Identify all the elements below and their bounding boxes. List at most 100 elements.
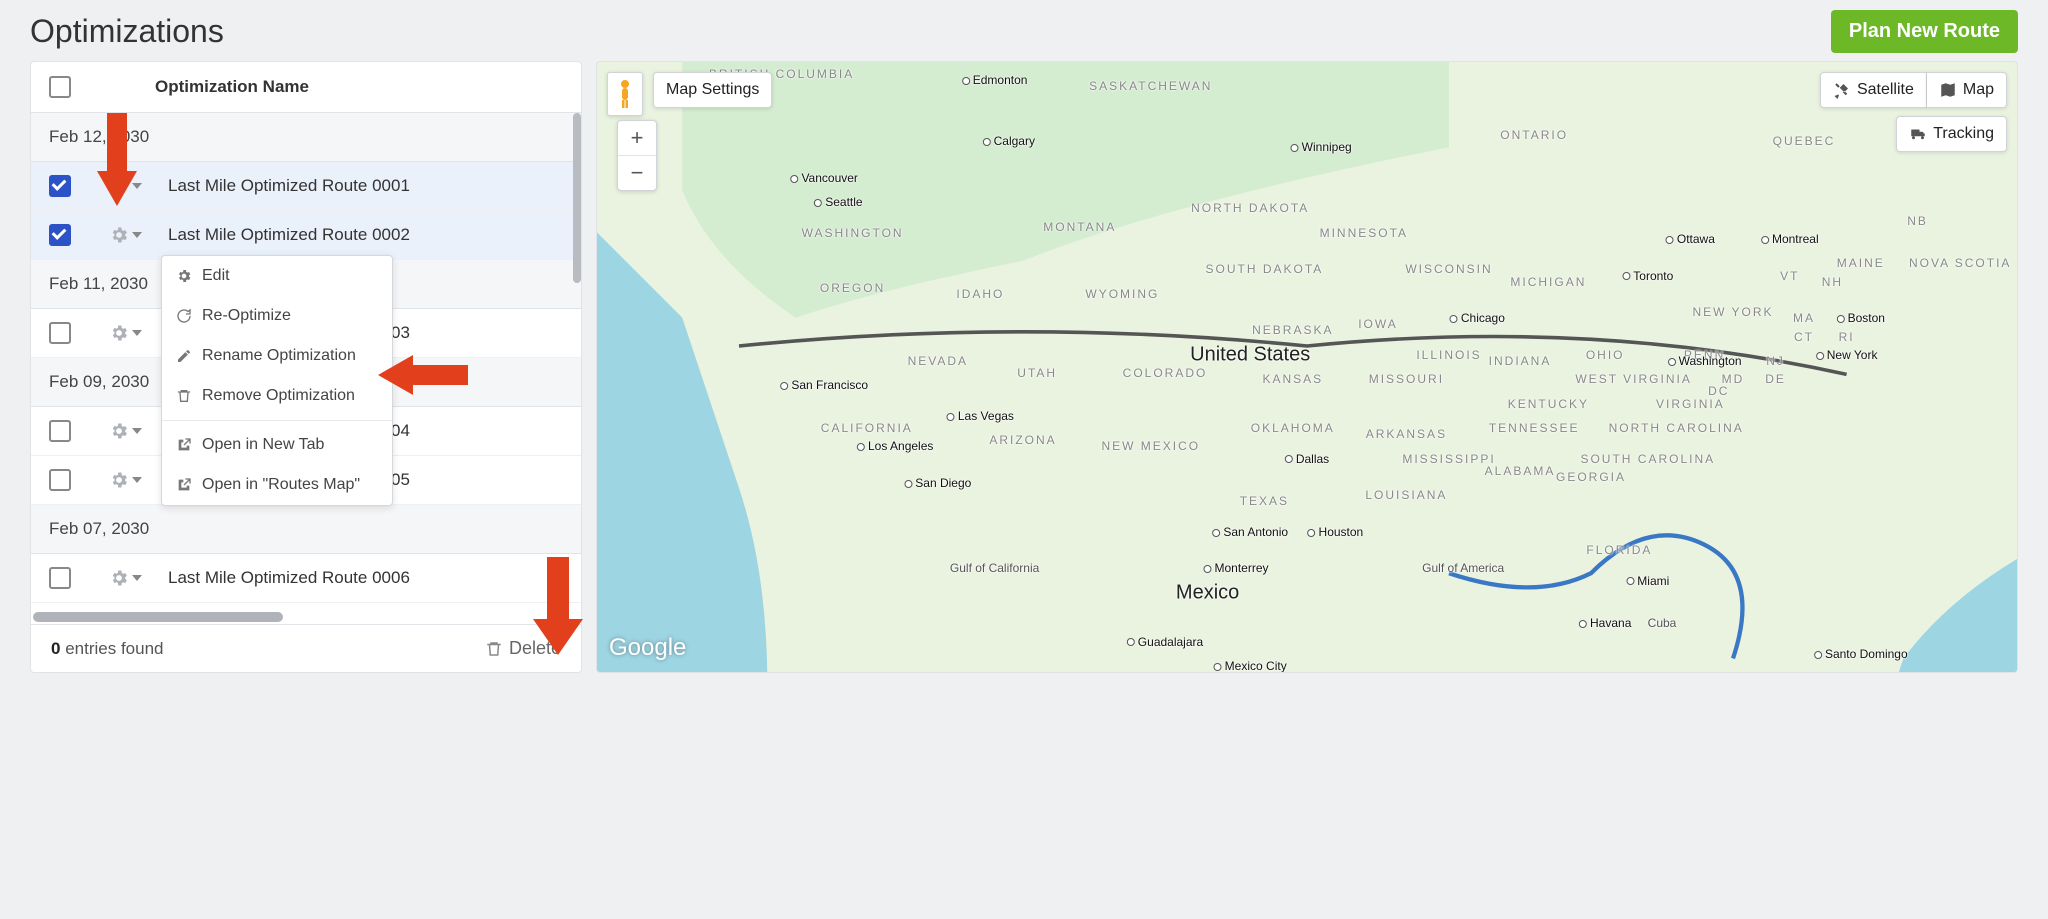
scrollbar-vertical[interactable] (573, 113, 581, 283)
entries-found-label: 0 entries found (51, 639, 163, 659)
scrollbar-horizontal[interactable] (33, 612, 283, 622)
map-label: United States (1190, 343, 1310, 366)
map-label: SOUTH DAKOTA (1205, 262, 1323, 276)
map-label: MISSOURI (1369, 372, 1444, 386)
row-actions-menu-trigger[interactable] (109, 225, 142, 245)
map-label: SASKATCHEWAN (1089, 79, 1212, 93)
pencil-icon (176, 348, 192, 364)
caret-down-icon (132, 575, 142, 581)
map-label: INDIANA (1489, 354, 1552, 368)
map-type-label: Map (1963, 81, 1994, 99)
optimization-row[interactable]: Last Mile Optimized Route 0006 (31, 554, 581, 603)
map-label: KANSAS (1262, 372, 1323, 386)
refresh-icon (176, 308, 192, 324)
optimization-name: Last Mile Optimized Route 0001 (168, 176, 410, 196)
map-label: MA (1793, 311, 1815, 325)
menu-remove[interactable]: Remove Optimization (162, 376, 392, 416)
menu-open-routes-map[interactable]: Open in "Routes Map" (162, 465, 392, 505)
map-settings-button[interactable]: Map Settings (653, 72, 772, 108)
map-label: RI (1839, 330, 1855, 344)
tracking-button[interactable]: Tracking (1896, 116, 2007, 152)
optimization-row[interactable]: Last Mile Optimized Route 0002 (31, 211, 581, 260)
satellite-button[interactable]: Satellite (1820, 72, 1927, 108)
row-actions-menu-trigger[interactable] (109, 421, 142, 441)
external-link-icon (176, 477, 192, 493)
menu-remove-label: Remove Optimization (202, 387, 355, 405)
list-footer: 0 entries found Delete (31, 624, 581, 672)
menu-edit[interactable]: Edit (162, 256, 392, 296)
gear-small-icon (176, 268, 192, 284)
row-checkbox[interactable] (49, 469, 71, 491)
map-label: MAINE (1837, 256, 1885, 270)
map-label: NEW YORK (1692, 305, 1773, 319)
map-label: San Diego (904, 476, 971, 490)
map-label: GEORGIA (1556, 470, 1626, 484)
menu-open-new-tab-label: Open in New Tab (202, 436, 324, 454)
map-label: OHIO (1586, 348, 1625, 362)
map-label: NJ (1766, 354, 1785, 368)
map-label: Edmonton (962, 73, 1028, 87)
zoom-in-button[interactable]: + (618, 121, 656, 155)
zoom-control: + − (617, 120, 657, 191)
map-label: ALABAMA (1485, 464, 1556, 478)
menu-open-new-tab[interactable]: Open in New Tab (162, 425, 392, 465)
list-header: Optimization Name (31, 62, 581, 113)
caret-down-icon (132, 428, 142, 434)
trash-icon (176, 388, 192, 404)
row-checkbox[interactable] (49, 224, 71, 246)
row-checkbox[interactable] (49, 175, 71, 197)
menu-reoptimize-label: Re-Optimize (202, 307, 291, 325)
menu-rename[interactable]: Rename Optimization (162, 336, 392, 376)
map-label: TENNESSEE (1489, 421, 1580, 435)
menu-separator (162, 420, 392, 421)
map-label: Mexico City (1214, 659, 1287, 673)
map-label: FLORIDA (1586, 543, 1652, 557)
map-label: VT (1780, 269, 1799, 283)
row-context-menu: Edit Re-Optimize Rename Optimization Rem… (161, 255, 393, 506)
map-label: NB (1907, 214, 1928, 228)
map-panel[interactable]: United StatesMexicoEdmontonCalgaryVancou… (596, 61, 2018, 673)
map-label: Miami (1626, 574, 1669, 588)
map-label: Toronto (1622, 269, 1673, 283)
truck-icon (1909, 125, 1927, 143)
row-actions-menu-trigger[interactable] (109, 323, 142, 343)
map-label: Los Angeles (857, 439, 933, 453)
menu-edit-label: Edit (202, 267, 230, 285)
streetview-pegman[interactable] (607, 72, 643, 116)
map-label: Monterrey (1203, 561, 1268, 575)
map-type-button[interactable]: Map (1927, 72, 2007, 108)
map-attribution: Google (609, 634, 686, 662)
map-fold-icon (1939, 81, 1957, 99)
map-label: OREGON (820, 281, 885, 295)
gear-icon (109, 470, 129, 490)
map-label: Las Vegas (947, 409, 1014, 423)
map-label: UTAH (1017, 366, 1057, 380)
row-checkbox[interactable] (49, 322, 71, 344)
map-label: Ottawa (1666, 232, 1715, 246)
map-label: NEVADA (908, 354, 968, 368)
tracking-label: Tracking (1933, 125, 1994, 143)
row-checkbox[interactable] (49, 567, 71, 589)
caret-down-icon (132, 232, 142, 238)
list-body[interactable]: Feb 12, 2030 Last Mile Optimized Route 0… (31, 113, 581, 624)
menu-reoptimize[interactable]: Re-Optimize (162, 296, 392, 336)
map-label: ILLINOIS (1416, 348, 1481, 362)
row-actions-menu-trigger[interactable] (109, 470, 142, 490)
map-label: New York (1816, 348, 1878, 362)
map-label: MICHIGAN (1510, 275, 1586, 289)
map-type-toggle: Satellite Map (1820, 72, 2007, 108)
map-label: NORTH DAKOTA (1191, 201, 1309, 215)
zoom-out-button[interactable]: − (618, 155, 656, 190)
row-checkbox[interactable] (49, 420, 71, 442)
map-label: DE (1765, 372, 1786, 386)
plan-new-route-button[interactable]: Plan New Route (1831, 10, 2018, 53)
map-label: MINNESOTA (1320, 226, 1408, 240)
map-label: NOVA SCOTIA (1909, 256, 2011, 270)
satellite-icon (1833, 81, 1851, 99)
page-title: Optimizations (30, 13, 224, 50)
map-label: NEW MEXICO (1101, 439, 1200, 453)
select-all-checkbox[interactable] (49, 76, 71, 98)
row-actions-menu-trigger[interactable] (109, 568, 142, 588)
map-label: NEBRASKA (1252, 323, 1333, 337)
map-label: Vancouver (790, 171, 857, 185)
